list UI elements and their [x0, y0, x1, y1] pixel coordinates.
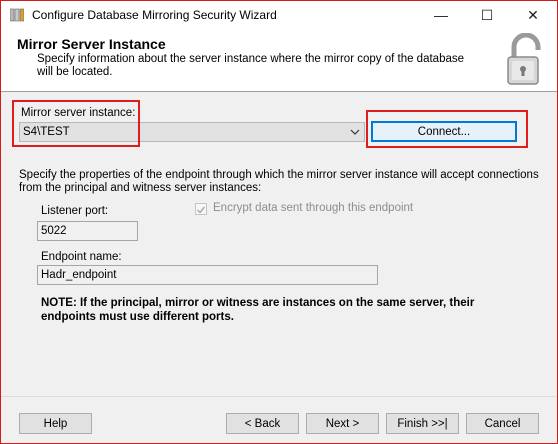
encrypt-checkbox[interactable] — [195, 203, 207, 215]
next-button[interactable]: Next > — [306, 413, 379, 434]
finish-button[interactable]: Finish >>| — [386, 413, 459, 434]
endpoint-name-label: Endpoint name: — [41, 251, 122, 263]
page-description: Specify information about the server ins… — [37, 53, 465, 78]
listener-port-label: Listener port: — [41, 205, 109, 217]
connect-button[interactable]: Connect... — [371, 121, 517, 142]
mirror-instance-combobox[interactable]: S4\TEST — [19, 122, 365, 142]
close-button[interactable]: ✕ — [510, 1, 556, 29]
footer-divider — [1, 396, 557, 397]
endpoint-name-input[interactable]: Hadr_endpoint — [37, 265, 378, 285]
maximize-button[interactable]: ☐ — [464, 1, 510, 29]
chevron-down-icon[interactable] — [348, 124, 362, 140]
wizard-header: Mirror Server Instance Specify informati… — [1, 29, 557, 92]
checkmark-icon — [197, 206, 206, 214]
mirror-instance-value: S4\TEST — [23, 126, 70, 138]
wizard-window: Configure Database Mirroring Security Wi… — [0, 0, 558, 444]
help-button[interactable]: Help — [19, 413, 92, 434]
ports-note: NOTE: If the principal, mirror or witnes… — [41, 297, 475, 323]
lock-icon — [507, 33, 541, 85]
encrypt-label: Encrypt data sent through this endpoint — [213, 202, 414, 214]
window-title: Configure Database Mirroring Security Wi… — [32, 8, 277, 22]
page-title: Mirror Server Instance — [17, 36, 166, 52]
mirror-instance-label: Mirror server instance: — [21, 107, 136, 119]
listener-port-input[interactable]: 5022 — [37, 221, 138, 241]
back-button[interactable]: < Back — [226, 413, 299, 434]
minimize-button[interactable]: — — [418, 1, 464, 29]
title-bar: Configure Database Mirroring Security Wi… — [1, 1, 557, 29]
database-app-icon — [10, 8, 24, 22]
endpoint-instructions: Specify the properties of the endpoint t… — [19, 169, 539, 194]
cancel-button[interactable]: Cancel — [466, 413, 539, 434]
